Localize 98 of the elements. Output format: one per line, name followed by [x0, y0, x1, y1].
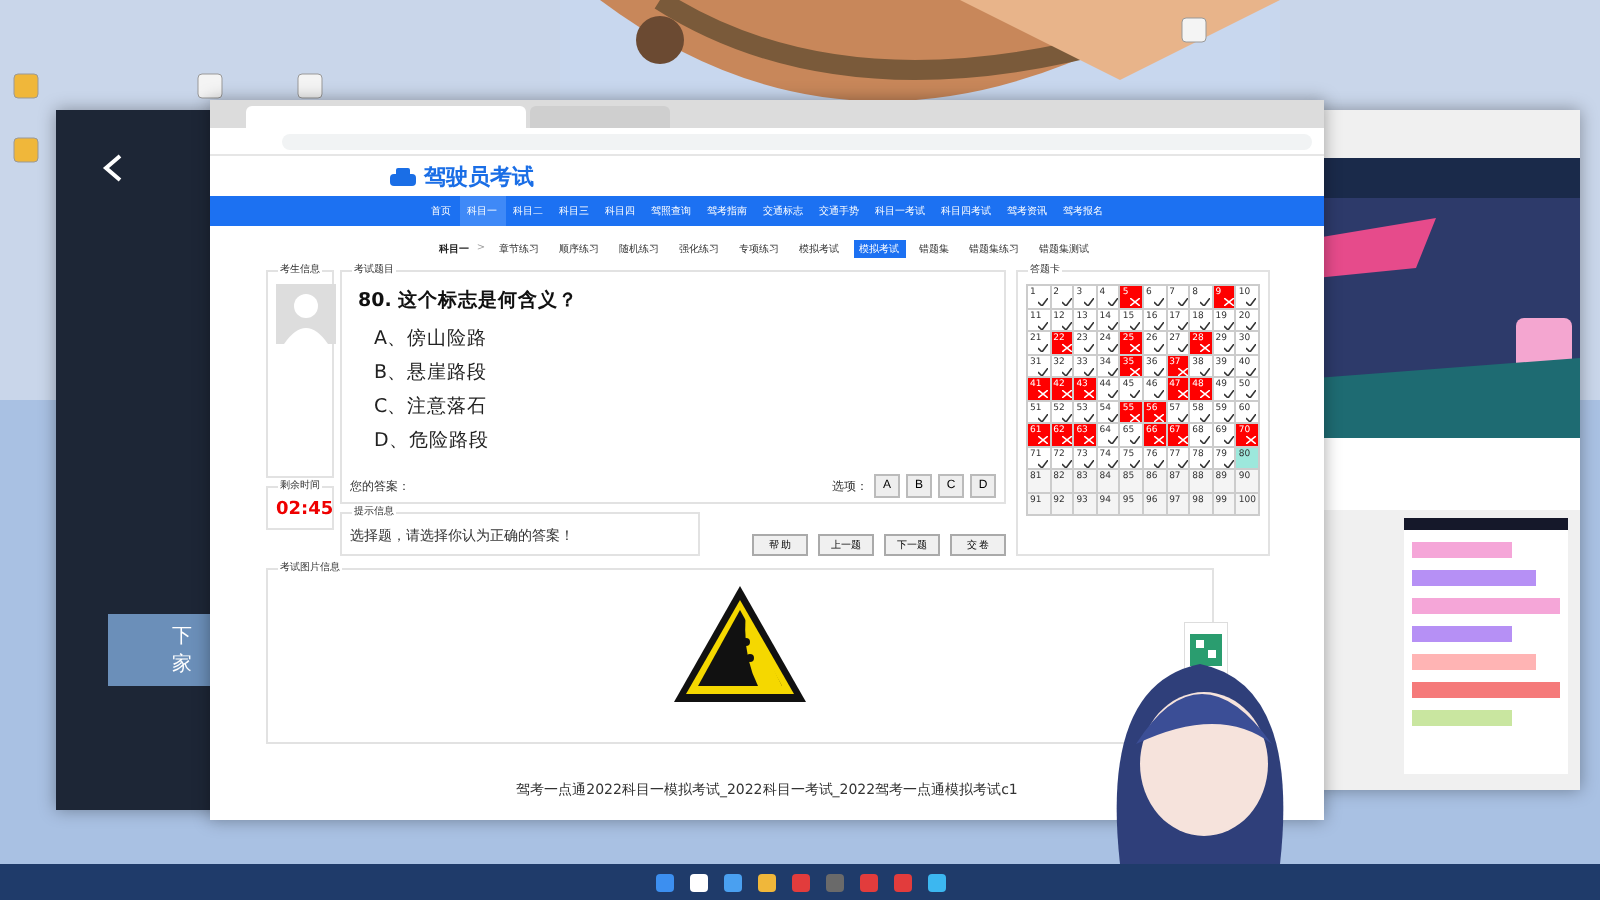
check-icon: [1061, 413, 1072, 421]
check-icon: [1107, 321, 1118, 329]
cross-icon: [1177, 436, 1188, 444]
check-icon: [1107, 367, 1118, 375]
check-icon: [1061, 367, 1072, 375]
check-icon: [1246, 390, 1257, 398]
cross-icon: [1177, 367, 1188, 375]
falling-rocks-sign-drawing: [670, 582, 810, 706]
check-icon: [1223, 367, 1234, 375]
cross-icon: [1130, 344, 1141, 352]
card-title: 下家: [172, 624, 194, 678]
check-icon: [1153, 298, 1164, 306]
check-icon: [1153, 344, 1164, 352]
chat-message: [1412, 570, 1536, 586]
check-icon: [1038, 321, 1048, 329]
car-icon: [390, 167, 416, 185]
check-icon: [1107, 390, 1118, 398]
answer-option: D、危险路段: [374, 428, 996, 454]
check-icon: [1130, 390, 1141, 398]
check-icon: [1038, 459, 1048, 467]
cross-icon: [1200, 344, 1211, 352]
check-icon: [1084, 367, 1095, 375]
desktop-file-icon[interactable]: [12, 136, 40, 164]
check-icon: [1038, 413, 1048, 421]
cross-icon: [1038, 390, 1048, 398]
cross-icon: [1061, 344, 1072, 352]
check-icon: [1107, 344, 1118, 352]
check-icon: [1107, 436, 1118, 444]
desktop-file-icon[interactable]: [196, 72, 224, 100]
check-icon: [1200, 413, 1211, 421]
cross-icon: [1153, 436, 1164, 444]
cross-icon: [1223, 298, 1234, 306]
check-icon: [1153, 321, 1164, 329]
check-icon: [1246, 413, 1257, 421]
answer-option: B、悬崖路段: [374, 360, 996, 386]
cross-icon: [1084, 436, 1095, 444]
check-icon: [1084, 321, 1095, 329]
check-icon: [1177, 413, 1188, 421]
check-icon: [1038, 367, 1048, 375]
check-icon: [1200, 321, 1211, 329]
check-icon: [1153, 367, 1164, 375]
check-icon: [1223, 436, 1234, 444]
cross-icon: [1130, 298, 1141, 306]
check-icon: [1038, 298, 1048, 306]
check-icon: [1038, 344, 1048, 352]
cross-icon: [1061, 436, 1072, 444]
check-icon: [1200, 367, 1211, 375]
check-icon: [1084, 344, 1095, 352]
cross-icon: [1038, 436, 1048, 444]
desktop-file-icon[interactable]: [296, 72, 324, 100]
question-text: 80. 这个标志是何含义？: [358, 288, 581, 314]
check-icon: [1107, 298, 1118, 306]
cross-icon: [1246, 436, 1257, 444]
check-icon: [1107, 413, 1118, 421]
site-logo[interactable]: 驾驶员考试: [424, 161, 534, 191]
check-icon: [1061, 459, 1072, 467]
check-icon: [1084, 459, 1095, 467]
cross-icon: [1130, 413, 1141, 421]
check-icon: [1061, 321, 1072, 329]
check-icon: [1246, 321, 1257, 329]
check-icon: [1246, 367, 1257, 375]
check-icon: [1130, 321, 1141, 329]
check-icon: [1223, 344, 1234, 352]
check-icon: [1130, 436, 1141, 444]
check-icon: [1177, 321, 1188, 329]
check-icon: [1223, 390, 1234, 398]
answer-option: A、傍山险路: [374, 326, 996, 352]
check-icon: [1246, 298, 1257, 306]
chat-message: [1412, 654, 1536, 670]
check-icon: [1084, 413, 1095, 421]
check-icon: [1223, 321, 1234, 329]
check-icon: [1130, 459, 1141, 467]
cross-icon: [1200, 390, 1211, 398]
check-icon: [1153, 390, 1164, 398]
check-icon: [1200, 298, 1211, 306]
chat-message: [1412, 710, 1512, 726]
chat-message: [1412, 626, 1512, 642]
check-icon: [1223, 459, 1234, 467]
cross-icon: [1177, 390, 1188, 398]
check-icon: [1084, 298, 1095, 306]
cross-icon: [1084, 390, 1095, 398]
check-icon: [1177, 344, 1188, 352]
chat-message: [1412, 542, 1512, 558]
answer-option: C、注意落石: [374, 394, 996, 420]
check-icon: [1153, 459, 1164, 467]
check-icon: [1246, 344, 1257, 352]
check-icon: [1107, 459, 1118, 467]
desktop-file-icon[interactable]: [1180, 16, 1208, 44]
cross-icon: [1153, 413, 1164, 421]
cross-icon: [1130, 367, 1141, 375]
check-icon: [1177, 459, 1188, 467]
check-icon: [1061, 298, 1072, 306]
check-icon: [1177, 298, 1188, 306]
desktop-file-icon[interactable]: [12, 72, 40, 100]
check-icon: [1200, 459, 1211, 467]
cross-icon: [1061, 390, 1072, 398]
check-icon: [1200, 436, 1211, 444]
check-icon: [1223, 413, 1234, 421]
